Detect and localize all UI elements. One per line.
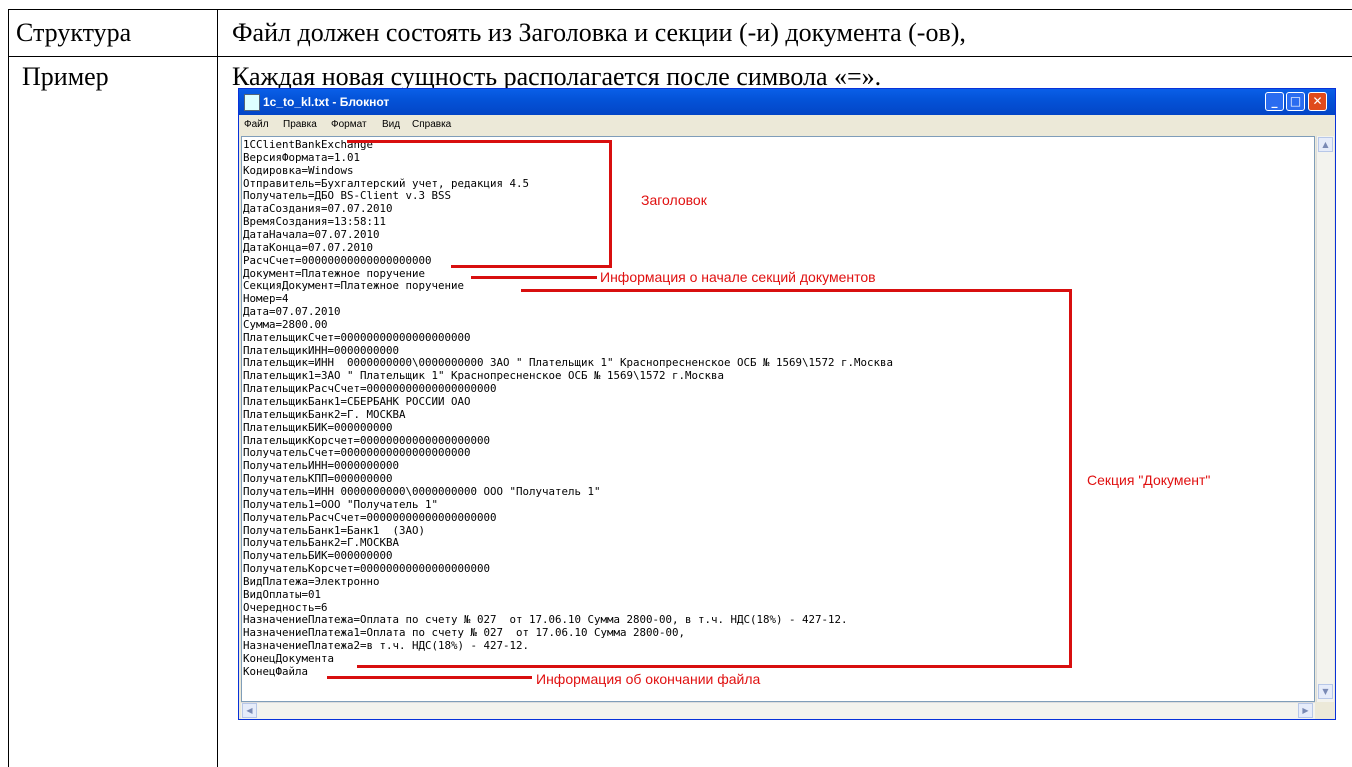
text-line: КонецДокумента (243, 652, 335, 665)
header-bracket-top (347, 140, 611, 143)
table-border-top (8, 9, 1352, 10)
scroll-left-icon[interactable]: ◀ (242, 703, 257, 718)
table-column-divider (217, 9, 218, 767)
text-line: ПлательщикБанк1=СБЕРБАНК РОССИИ ОАО (243, 395, 471, 408)
annotation-sections-start: Информация о начале секций документов (600, 269, 876, 285)
notepad-icon (244, 94, 260, 111)
text-line: Номер=4 (243, 292, 289, 306)
text-line: КонецФайла (243, 664, 309, 678)
text-line: Сумма=2800.00 (243, 317, 328, 331)
text-line: Очередность=6 (243, 600, 328, 614)
close-button[interactable]: ✕ (1308, 92, 1327, 111)
annotation-file-end: Информация об окончании файла (536, 671, 761, 687)
menu-format[interactable]: Формат (331, 119, 367, 130)
scroll-down-icon[interactable]: ▼ (1318, 684, 1333, 699)
text-line: ПолучательБИК=000000000 (243, 549, 393, 563)
document-bracket-bottom (357, 665, 1072, 668)
text-line: ДатаКонца=07.07.2010 (243, 240, 374, 254)
menu-edit[interactable]: Правка (283, 119, 317, 130)
text-line: НазначениеПлатежа2=в т.ч. НДС(18%) - 427… (243, 639, 530, 653)
text-line: ВидПлатежа=Электронно (243, 574, 380, 588)
text-line: ВремяСоздания=13:58:11 (243, 215, 387, 229)
text-line: ПолучательБанк2=Г.МОСКВА (243, 536, 400, 550)
text-line: ПолучательКорсчет=00000000000000000000 (243, 562, 491, 576)
text-line: Кодировка=Windows (243, 163, 354, 177)
table-row-divider (8, 56, 1352, 57)
text-line: РасчСчет=00000000000000000000 (243, 253, 432, 267)
header-bracket-bottom (451, 265, 612, 268)
text-line: ВерсияФормата=1.01 (243, 150, 361, 164)
text-line: ПолучательИНН=0000000000 (243, 459, 400, 473)
window-title: 1c_to_kl.txt - Блокнот (263, 95, 390, 109)
text-line: ПлательщикБИК=000000000 (243, 420, 393, 434)
text-line: ПлательщикРасчСчет=00000000000000000000 (243, 382, 497, 396)
text-line: ПлательщикБанк2=Г. МОСКВА (243, 407, 406, 421)
menu-view[interactable]: Вид (382, 119, 400, 130)
text-line: Дата=07.07.2010 (243, 305, 341, 319)
scroll-right-icon[interactable]: ▶ (1298, 703, 1313, 718)
text-line: Плательщик1=ЗАО " Плательщик 1" Краснопр… (243, 369, 725, 383)
horizontal-scrollbar[interactable]: ◀ ▶ (241, 702, 1315, 719)
text-line: СекцияДокумент=Платежное поручение (243, 279, 465, 293)
file-end-line (327, 676, 532, 679)
minimize-button[interactable]: _ (1265, 92, 1284, 111)
text-line: ДатаСоздания=07.07.2010 (243, 202, 393, 216)
table-border-left (8, 9, 9, 767)
text-line: Отправитель=Бухгалтерский учет, редакция… (243, 176, 530, 190)
document-bracket-right (1069, 289, 1072, 667)
maximize-button[interactable]: □ (1286, 92, 1305, 111)
text-line: Плательщик=ИНН 0000000000\0000000000 ЗАО… (243, 356, 894, 370)
text-editor-area[interactable]: 1CClientBankExchange ВерсияФормата=1.01 Ко… (241, 136, 1315, 702)
row1-label: Структура (16, 18, 132, 47)
scroll-up-icon[interactable]: ▲ (1318, 137, 1333, 152)
text-line: НазначениеПлатежа=Оплата по счету № 027 … (243, 613, 848, 627)
text-line: ПолучательБанк1=Банк1 (ЗАО) (243, 523, 426, 537)
text-line: ПолучательРасчСчет=00000000000000000000 (243, 510, 497, 524)
notepad-window: 1c_to_kl.txt - Блокнот _ □ ✕ Файл Правка… (238, 88, 1336, 720)
menu-bar: Файл Правка Формат Вид Справка (239, 115, 1335, 135)
text-line: ДатаНачала=07.07.2010 (243, 227, 380, 241)
text-line: ПлательщикКорсчет=00000000000000000000 (243, 433, 491, 447)
text-line: Получатель=ДБО BS-Client v.3 BSS (243, 189, 452, 203)
sections-start-line (471, 276, 597, 279)
row1-value: Файл должен состоять из Заголовка и секц… (232, 18, 966, 47)
annotation-document-section: Секция "Документ" (1087, 472, 1211, 488)
text-line: Получатель=ИНН 0000000000\0000000000 ООО… (243, 484, 601, 498)
text-line: НазначениеПлатежа1=Оплата по счету № 027… (243, 626, 686, 640)
text-line: ПлательщикСчет=00000000000000000000 (243, 330, 471, 344)
text-line: ПлательщикИНН=0000000000 (243, 343, 400, 357)
row2-label: Пример (22, 62, 109, 91)
text-line: ВидОплаты=01 (243, 587, 322, 601)
text-line: ПолучательКПП=000000000 (243, 472, 393, 486)
vertical-scrollbar[interactable]: ▲ ▼ (1316, 136, 1334, 702)
header-bracket-right (609, 140, 612, 267)
menu-file[interactable]: Файл (244, 119, 269, 130)
annotation-header: Заголовок (641, 192, 707, 208)
menu-help[interactable]: Справка (412, 119, 451, 130)
window-titlebar[interactable]: 1c_to_kl.txt - Блокнот _ □ ✕ (239, 89, 1335, 115)
text-line: Документ=Платежное поручение (243, 266, 426, 280)
text-line: Получатель1=ООО "Получатель 1" (243, 497, 439, 511)
text-line: ПолучательСчет=00000000000000000000 (243, 446, 471, 460)
document-bracket-top (521, 289, 1071, 292)
